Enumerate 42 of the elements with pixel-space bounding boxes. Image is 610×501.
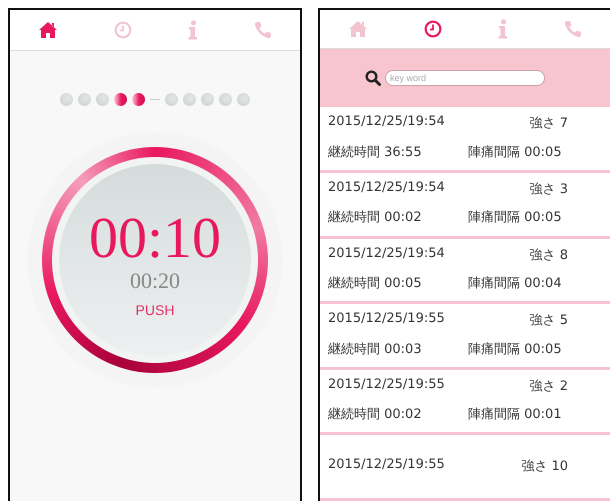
record-datetime: 2015/12/25/19:55	[328, 376, 446, 394]
home-icon	[348, 20, 368, 38]
record-interval: 陣痛間隔 00:01	[468, 406, 562, 424]
clock-icon	[424, 20, 442, 38]
record-interval: 陣痛間隔 00:05	[468, 340, 562, 358]
record-row[interactable]: 2015/12/25/19:54 強さ 8 継続時間 00:05 陣痛間隔 00:04	[320, 238, 610, 304]
record-strength: 強さ 7	[528, 115, 568, 132]
phone-icon	[564, 20, 582, 38]
info-icon	[498, 18, 508, 39]
record-duration: 継続時間 36:55	[328, 144, 423, 161]
progress-separator	[150, 99, 160, 100]
record-datetime: 2015/12/25/19:54	[328, 246, 446, 263]
record-interval: 陣痛間隔 00:04	[468, 274, 562, 292]
record-datetime: 2015/12/25/19:54	[328, 114, 446, 132]
record-row[interactable]: 2015/12/25/19:54 強さ 3 継続時間 00:02 陣痛間隔 00:05	[320, 172, 610, 239]
record-duration: 継続時間 00:05	[328, 274, 423, 292]
record-strength: 強さ 3	[528, 181, 568, 198]
search-field[interactable]: key word	[385, 70, 545, 86]
record-row[interactable]: 2015/12/25/19:55 強さ 5 継続時間 00:03 陣痛間隔 00:05	[320, 304, 610, 370]
search-icon	[365, 70, 381, 86]
elapsed-time: 00:10	[88, 208, 222, 268]
record-duration: 継続時間 00:03	[328, 340, 423, 358]
record-duration: 継続時間 00:02	[328, 209, 423, 226]
record-interval: 陣痛間隔 00:05	[468, 144, 562, 161]
record-datetime: 2015/12/25/19:55	[328, 311, 446, 328]
push-button[interactable]: PUSH	[134, 302, 176, 318]
record-strength: 強さ 8	[528, 246, 568, 264]
phone-icon	[254, 21, 272, 39]
record-datetime: 2015/12/25/19:55	[328, 456, 446, 474]
record-strength: 強さ 2	[528, 378, 568, 395]
interval-time: 00:20	[130, 268, 180, 294]
record-row[interactable]: 2015/12/25/19:55 強さ 10	[320, 435, 610, 501]
record-datetime: 2015/12/25/19:54	[328, 180, 446, 198]
record-duration: 継続時間 00:02	[328, 406, 423, 424]
record-row[interactable]: 2015/12/25/19:55 強さ 2 継続時間 00:02 陣痛間隔 00:01	[320, 370, 610, 436]
record-strength: 強さ 10	[520, 458, 568, 475]
info-icon	[188, 20, 198, 40]
home-icon	[38, 21, 58, 39]
clock-icon	[114, 21, 132, 39]
record-strength: 強さ 5	[528, 312, 568, 330]
record-interval: 陣痛間隔 00:05	[468, 209, 562, 226]
record-row[interactable]: 2015/12/25/19:54 強さ 7 継続時間 36:55 陣痛間隔 00:05	[320, 107, 610, 173]
